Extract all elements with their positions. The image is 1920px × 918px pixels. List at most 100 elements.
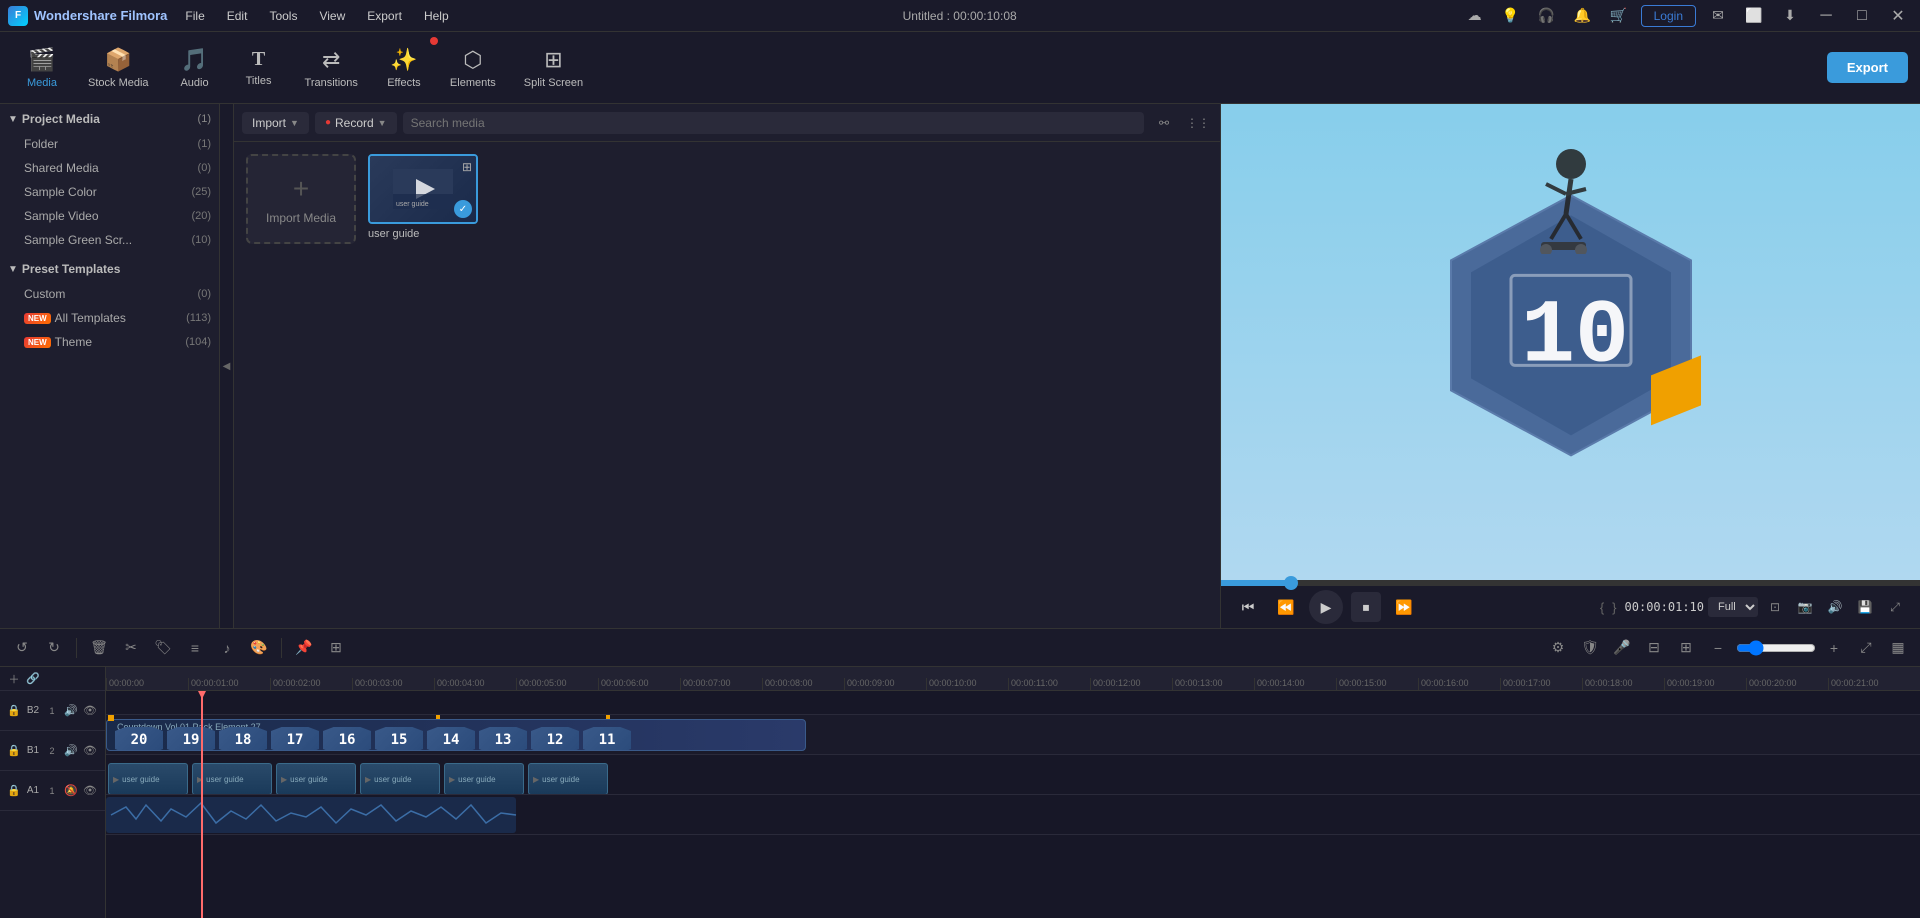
sidebar-item-sample-green[interactable]: Sample Green Scr... (10) — [0, 228, 219, 252]
project-media-header[interactable]: ▼ Project Media (1) — [0, 106, 219, 132]
headphone-icon[interactable]: 🎧 — [1533, 2, 1561, 30]
sidebar-item-all-templates[interactable]: NEW All Templates (113) — [0, 306, 219, 330]
preview-screenshot-icon[interactable]: 📷 — [1792, 594, 1818, 620]
track2-eye-icon[interactable]: 👁 — [82, 743, 98, 759]
cart-icon[interactable]: 🛒 — [1605, 2, 1633, 30]
cloud-icon[interactable]: ☁ — [1461, 2, 1489, 30]
forward-frame-button[interactable]: ⏩ — [1389, 592, 1419, 622]
toolbar-transitions[interactable]: ⇄ Transitions — [293, 41, 370, 95]
toolbar-media[interactable]: 🎬 Media — [12, 41, 72, 95]
download-icon[interactable]: ⬇ — [1776, 2, 1804, 30]
import-media-card[interactable]: + Import Media — [246, 154, 356, 244]
snap-button[interactable]: 📌 — [290, 634, 318, 662]
track1-eye-icon[interactable]: 👁 — [82, 703, 98, 719]
toolbar-effects[interactable]: ✨ Effects — [374, 41, 434, 95]
audio-eye-icon[interactable]: 👁 — [82, 783, 98, 799]
maximize-button[interactable]: □ — [1848, 2, 1876, 30]
zoom-in-button[interactable]: + — [1820, 634, 1848, 662]
split-audio-button[interactable]: ⊟ — [1640, 634, 1668, 662]
record-button[interactable]: ● Record ▼ — [315, 112, 397, 134]
user-guide-clip[interactable]: ▶user guide — [528, 763, 608, 794]
toolbar-audio[interactable]: 🎵 Audio — [165, 41, 225, 95]
preview-volume-icon[interactable]: 🔊 — [1822, 594, 1848, 620]
sidebar-item-sample-color[interactable]: Sample Color (25) — [0, 180, 219, 204]
play-button[interactable]: ▶ — [1309, 590, 1343, 624]
menu-export[interactable]: Export — [357, 5, 412, 27]
link-icon[interactable]: 🔗 — [25, 671, 41, 687]
user-guide-clip[interactable]: ▶user guide — [192, 763, 272, 794]
user-guide-clip[interactable]: ▶user guide — [360, 763, 440, 794]
countdown-clip[interactable]: Countdown Vol 01 Pack Element 27 2019181… — [106, 719, 806, 751]
search-input[interactable] — [403, 112, 1144, 134]
toolbar-elements[interactable]: ⬡ Elements — [438, 41, 508, 95]
countdown-digit: 17 — [271, 727, 319, 751]
track1-mute-icon[interactable]: 🔊 — [63, 703, 79, 719]
menu-file[interactable]: File — [175, 5, 214, 27]
screen-icon[interactable]: ⬜ — [1740, 2, 1768, 30]
bell-icon[interactable]: 🔔 — [1569, 2, 1597, 30]
sidebar-item-theme[interactable]: NEW Theme (104) — [0, 330, 219, 354]
sidebar-item-sample-video[interactable]: Sample Video (20) — [0, 204, 219, 228]
user-guide-clip[interactable]: ▶user guide — [444, 763, 524, 794]
menu-tools[interactable]: Tools — [259, 5, 307, 27]
all-templates-label: All Templates — [55, 311, 126, 325]
grouping-button[interactable]: ⊞ — [322, 634, 350, 662]
cut-button[interactable]: ✂ — [117, 634, 145, 662]
back-frame-button[interactable]: ⏪ — [1271, 592, 1301, 622]
redo-button[interactable]: ↻ — [40, 634, 68, 662]
fit-view-button[interactable]: ⤢ — [1852, 634, 1880, 662]
close-button[interactable]: ✕ — [1884, 2, 1912, 30]
audio-button[interactable]: ♪ — [213, 634, 241, 662]
sidebar-item-shared-media[interactable]: Shared Media (0) — [0, 156, 219, 180]
rewind-button[interactable]: ⏮ — [1233, 592, 1263, 622]
settings-button[interactable]: ⚙ — [1544, 634, 1572, 662]
preview-fullscreen-icon[interactable]: ⤢ — [1882, 594, 1908, 620]
preview-crop-icon[interactable]: ⊡ — [1762, 594, 1788, 620]
preview-progress-bar[interactable] — [1221, 580, 1920, 586]
mic-button[interactable]: 🎤 — [1608, 634, 1636, 662]
filter-icon[interactable]: ⚯ — [1150, 109, 1178, 137]
color-button[interactable]: 🎨 — [245, 634, 273, 662]
adjust-button[interactable]: ≡ — [181, 634, 209, 662]
track2-mute-icon[interactable]: 🔊 — [63, 743, 79, 759]
import-button[interactable]: Import ▼ — [242, 112, 309, 134]
sidebar-item-folder[interactable]: Folder (1) — [0, 132, 219, 156]
preview-save-icon[interactable]: 💾 — [1852, 594, 1878, 620]
login-button[interactable]: Login — [1641, 5, 1696, 27]
toolbar-split-screen[interactable]: ⊞ Split Screen — [512, 41, 595, 95]
bulb-icon[interactable]: 💡 — [1497, 2, 1525, 30]
delete-button[interactable]: 🗑 — [85, 634, 113, 662]
audio-mute-icon[interactable]: 🔕 — [63, 783, 79, 799]
view-toggle-icon[interactable]: ⋮⋮ — [1184, 109, 1212, 137]
prev-split-button[interactable]: ⊞ — [1672, 634, 1700, 662]
undo-button[interactable]: ↺ — [8, 634, 36, 662]
media-item-user-guide[interactable]: user guide ✓ ⊞ user guide — [368, 154, 478, 244]
left-panel-collapse[interactable]: ◀ — [220, 104, 234, 628]
stop-button[interactable]: ⏹ — [1351, 592, 1381, 622]
user-guide-clip[interactable]: ▶user guide — [276, 763, 356, 794]
countdown-digit: 12 — [531, 727, 579, 751]
countdown-track: Countdown Vol 01 Pack Element 27 2019181… — [106, 715, 1920, 755]
menu-help[interactable]: Help — [414, 5, 459, 27]
menu-view[interactable]: View — [309, 5, 355, 27]
export-button[interactable]: Export — [1827, 52, 1908, 83]
menu-edit[interactable]: Edit — [217, 5, 258, 27]
zoom-slider[interactable] — [1736, 640, 1816, 656]
project-media-badge: (1) — [198, 113, 211, 125]
preset-templates-header[interactable]: ▼ Preset Templates — [0, 256, 219, 282]
msg-icon[interactable]: ✉ — [1704, 2, 1732, 30]
audio-lock-icon[interactable]: 🔒 — [6, 783, 22, 799]
user-guide-clip[interactable]: ▶user guide — [108, 763, 188, 794]
zoom-out-button[interactable]: − — [1704, 634, 1732, 662]
toolbar-titles[interactable]: T Titles — [229, 42, 289, 93]
sidebar-item-custom[interactable]: Custom (0) — [0, 282, 219, 306]
toolbar-stock-media[interactable]: 📦 Stock Media — [76, 41, 161, 95]
add-track-button[interactable]: ▦ — [1884, 634, 1912, 662]
minimize-button[interactable]: ─ — [1812, 2, 1840, 30]
quality-select[interactable]: Full 1/2 1/4 — [1708, 597, 1758, 617]
track1-lock-icon[interactable]: 🔒 — [6, 703, 22, 719]
add-track-icon[interactable]: ＋ — [6, 671, 22, 687]
track2-lock-icon[interactable]: 🔒 — [6, 743, 22, 759]
shield-button[interactable]: 🛡 — [1576, 634, 1604, 662]
tag-button[interactable]: 🏷 — [149, 634, 177, 662]
